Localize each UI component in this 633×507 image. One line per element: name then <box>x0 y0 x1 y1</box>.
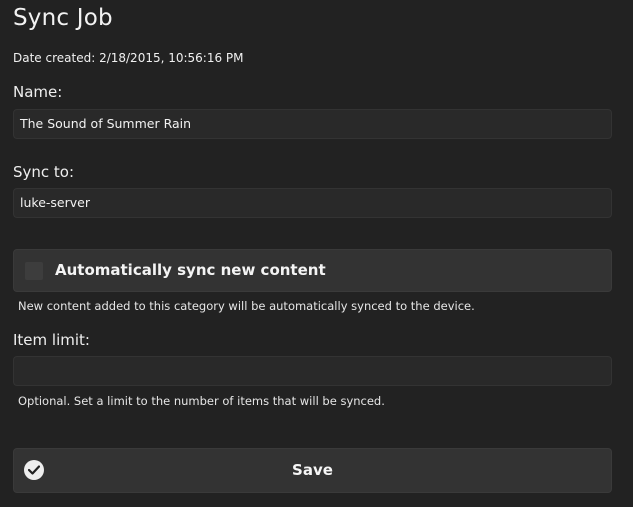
name-label: Name: <box>13 83 63 101</box>
date-created: Date created: 2/18/2015, 10:56:16 PM <box>13 51 244 65</box>
item-limit-field[interactable] <box>13 356 612 386</box>
auto-sync-checkbox-row[interactable]: Automatically sync new content <box>13 249 612 292</box>
sync-to-label: Sync to: <box>13 163 75 181</box>
save-button[interactable]: Save <box>13 448 612 493</box>
sync-to-field[interactable]: luke-server <box>13 188 612 218</box>
item-limit-label: Item limit: <box>13 331 90 349</box>
auto-sync-checkbox[interactable] <box>25 262 43 280</box>
sync-job-page: Sync Job Date created: 2/18/2015, 10:56:… <box>0 0 633 507</box>
item-limit-help-text: Optional. Set a limit to the number of i… <box>18 394 385 408</box>
save-label: Save <box>292 461 333 479</box>
auto-sync-help-text: New content added to this category will … <box>18 299 475 313</box>
name-field[interactable]: The Sound of Summer Rain <box>13 109 612 139</box>
page-title: Sync Job <box>13 5 113 31</box>
auto-sync-label[interactable]: Automatically sync new content <box>55 261 326 279</box>
